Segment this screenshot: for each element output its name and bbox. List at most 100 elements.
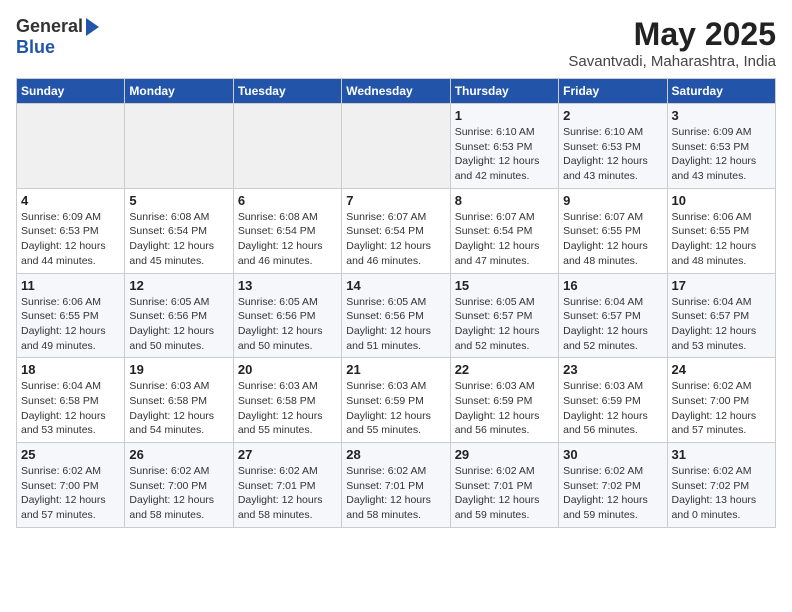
day-cell: 16 Sunrise: 6:04 AM Sunset: 6:57 PM Dayli… — [559, 273, 667, 358]
day-info: Sunrise: 6:05 AM Sunset: 6:57 PM Dayligh… — [455, 295, 554, 354]
day-info: Sunrise: 6:02 AM Sunset: 7:01 PM Dayligh… — [346, 464, 445, 523]
day-number: 12 — [129, 278, 228, 293]
day-cell: 8 Sunrise: 6:07 AM Sunset: 6:54 PM Daylig… — [450, 188, 558, 273]
day-info: Sunrise: 6:02 AM Sunset: 7:01 PM Dayligh… — [238, 464, 337, 523]
day-info: Sunrise: 6:04 AM Sunset: 6:58 PM Dayligh… — [21, 379, 120, 438]
weekday-header-row: SundayMondayTuesdayWednesdayThursdayFrid… — [17, 79, 776, 104]
day-number: 18 — [21, 362, 120, 377]
day-number: 5 — [129, 193, 228, 208]
day-cell: 4 Sunrise: 6:09 AM Sunset: 6:53 PM Daylig… — [17, 188, 125, 273]
day-cell: 1Sunrise: 6:10 AM Sunset: 6:53 PM Daylig… — [450, 104, 558, 189]
day-number: 24 — [672, 362, 771, 377]
day-number: 29 — [455, 447, 554, 462]
day-number: 30 — [563, 447, 662, 462]
day-cell: 10Sunrise: 6:06 AM Sunset: 6:55 PM Dayli… — [667, 188, 775, 273]
day-number: 19 — [129, 362, 228, 377]
day-number: 16 — [563, 278, 662, 293]
header: General Blue May 2025 Savantvadi, Mahara… — [16, 16, 776, 70]
calendar: SundayMondayTuesdayWednesdayThursdayFrid… — [16, 78, 776, 528]
day-cell: 30 Sunrise: 6:02 AM Sunset: 7:02 PM Dayli… — [559, 443, 667, 528]
week-row-5: 25 Sunrise: 6:02 AM Sunset: 7:00 PM Dayli… — [17, 443, 776, 528]
day-number: 3 — [672, 108, 771, 123]
day-cell: 2 Sunrise: 6:10 AM Sunset: 6:53 PM Daylig… — [559, 104, 667, 189]
day-info: Sunrise: 6:02 AM Sunset: 7:00 PM Dayligh… — [21, 464, 120, 523]
day-number: 22 — [455, 362, 554, 377]
day-cell: 3 Sunrise: 6:09 AM Sunset: 6:53 PM Daylig… — [667, 104, 775, 189]
day-cell: 24Sunrise: 6:02 AM Sunset: 7:00 PM Dayli… — [667, 358, 775, 443]
day-number: 17 — [672, 278, 771, 293]
weekday-header-sunday: Sunday — [17, 79, 125, 104]
weekday-header-friday: Friday — [559, 79, 667, 104]
day-cell — [342, 104, 450, 189]
day-cell: 21Sunrise: 6:03 AM Sunset: 6:59 PM Dayli… — [342, 358, 450, 443]
day-number: 14 — [346, 278, 445, 293]
day-number: 2 — [563, 108, 662, 123]
day-number: 4 — [21, 193, 120, 208]
day-number: 31 — [672, 447, 771, 462]
day-cell: 19 Sunrise: 6:03 AM Sunset: 6:58 PM Dayli… — [125, 358, 233, 443]
day-cell — [233, 104, 341, 189]
day-info: Sunrise: 6:02 AM Sunset: 7:02 PM Dayligh… — [563, 464, 662, 523]
day-number: 9 — [563, 193, 662, 208]
day-info: Sunrise: 6:04 AM Sunset: 6:57 PM Dayligh… — [672, 295, 771, 354]
day-cell: 20 Sunrise: 6:03 AM Sunset: 6:58 PM Dayli… — [233, 358, 341, 443]
day-info: Sunrise: 6:09 AM Sunset: 6:53 PM Dayligh… — [21, 210, 120, 269]
day-cell: 28Sunrise: 6:02 AM Sunset: 7:01 PM Dayli… — [342, 443, 450, 528]
logo: General Blue — [16, 16, 99, 58]
day-number: 25 — [21, 447, 120, 462]
day-info: Sunrise: 6:04 AM Sunset: 6:57 PM Dayligh… — [563, 295, 662, 354]
day-number: 1 — [455, 108, 554, 123]
day-cell: 6 Sunrise: 6:08 AM Sunset: 6:54 PM Daylig… — [233, 188, 341, 273]
day-info: Sunrise: 6:03 AM Sunset: 6:58 PM Dayligh… — [238, 379, 337, 438]
weekday-header-saturday: Saturday — [667, 79, 775, 104]
day-cell: 29 Sunrise: 6:02 AM Sunset: 7:01 PM Dayli… — [450, 443, 558, 528]
day-info: Sunrise: 6:03 AM Sunset: 6:58 PM Dayligh… — [129, 379, 228, 438]
day-info: Sunrise: 6:08 AM Sunset: 6:54 PM Dayligh… — [238, 210, 337, 269]
day-cell: 7Sunrise: 6:07 AM Sunset: 6:54 PM Daylig… — [342, 188, 450, 273]
day-number: 20 — [238, 362, 337, 377]
logo-blue-text: Blue — [16, 37, 55, 58]
day-number: 27 — [238, 447, 337, 462]
day-cell: 31Sunrise: 6:02 AM Sunset: 7:02 PM Dayli… — [667, 443, 775, 528]
day-info: Sunrise: 6:05 AM Sunset: 6:56 PM Dayligh… — [238, 295, 337, 354]
day-info: Sunrise: 6:07 AM Sunset: 6:54 PM Dayligh… — [455, 210, 554, 269]
day-cell: 18 Sunrise: 6:04 AM Sunset: 6:58 PM Dayli… — [17, 358, 125, 443]
week-row-2: 4 Sunrise: 6:09 AM Sunset: 6:53 PM Daylig… — [17, 188, 776, 273]
day-info: Sunrise: 6:02 AM Sunset: 7:01 PM Dayligh… — [455, 464, 554, 523]
day-info: Sunrise: 6:09 AM Sunset: 6:53 PM Dayligh… — [672, 125, 771, 184]
logo-arrow-icon — [86, 18, 99, 36]
day-cell: 13Sunrise: 6:05 AM Sunset: 6:56 PM Dayli… — [233, 273, 341, 358]
day-cell: 5Sunrise: 6:08 AM Sunset: 6:54 PM Daylig… — [125, 188, 233, 273]
day-info: Sunrise: 6:07 AM Sunset: 6:55 PM Dayligh… — [563, 210, 662, 269]
weekday-header-thursday: Thursday — [450, 79, 558, 104]
day-cell: 15 Sunrise: 6:05 AM Sunset: 6:57 PM Dayli… — [450, 273, 558, 358]
day-number: 23 — [563, 362, 662, 377]
day-number: 21 — [346, 362, 445, 377]
day-info: Sunrise: 6:07 AM Sunset: 6:54 PM Dayligh… — [346, 210, 445, 269]
day-cell: 27 Sunrise: 6:02 AM Sunset: 7:01 PM Dayli… — [233, 443, 341, 528]
day-cell: 14Sunrise: 6:05 AM Sunset: 6:56 PM Dayli… — [342, 273, 450, 358]
day-number: 15 — [455, 278, 554, 293]
week-row-4: 18 Sunrise: 6:04 AM Sunset: 6:58 PM Dayli… — [17, 358, 776, 443]
day-cell: 22 Sunrise: 6:03 AM Sunset: 6:59 PM Dayli… — [450, 358, 558, 443]
day-info: Sunrise: 6:06 AM Sunset: 6:55 PM Dayligh… — [672, 210, 771, 269]
day-cell: 12 Sunrise: 6:05 AM Sunset: 6:56 PM Dayli… — [125, 273, 233, 358]
day-cell: 9 Sunrise: 6:07 AM Sunset: 6:55 PM Daylig… — [559, 188, 667, 273]
location-subtitle: Savantvadi, Maharashtra, India — [568, 53, 776, 70]
title-area: May 2025 Savantvadi, Maharashtra, India — [568, 16, 776, 70]
day-info: Sunrise: 6:03 AM Sunset: 6:59 PM Dayligh… — [455, 379, 554, 438]
day-cell: 23 Sunrise: 6:03 AM Sunset: 6:59 PM Dayli… — [559, 358, 667, 443]
weekday-header-tuesday: Tuesday — [233, 79, 341, 104]
day-info: Sunrise: 6:05 AM Sunset: 6:56 PM Dayligh… — [129, 295, 228, 354]
day-info: Sunrise: 6:06 AM Sunset: 6:55 PM Dayligh… — [21, 295, 120, 354]
week-row-3: 11Sunrise: 6:06 AM Sunset: 6:55 PM Dayli… — [17, 273, 776, 358]
day-info: Sunrise: 6:03 AM Sunset: 6:59 PM Dayligh… — [563, 379, 662, 438]
day-cell — [125, 104, 233, 189]
weekday-header-wednesday: Wednesday — [342, 79, 450, 104]
day-info: Sunrise: 6:10 AM Sunset: 6:53 PM Dayligh… — [563, 125, 662, 184]
day-info: Sunrise: 6:02 AM Sunset: 7:00 PM Dayligh… — [129, 464, 228, 523]
day-number: 6 — [238, 193, 337, 208]
day-cell: 25 Sunrise: 6:02 AM Sunset: 7:00 PM Dayli… — [17, 443, 125, 528]
day-number: 8 — [455, 193, 554, 208]
weekday-header-monday: Monday — [125, 79, 233, 104]
